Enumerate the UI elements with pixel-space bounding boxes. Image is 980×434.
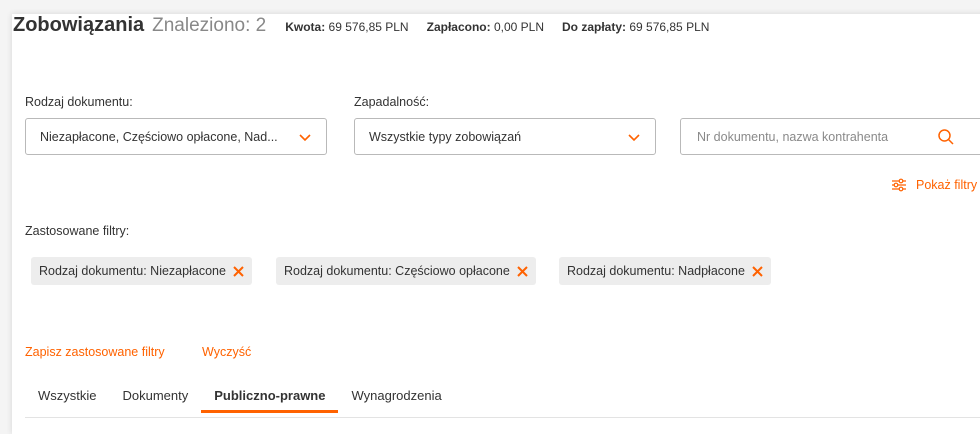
tab-documents[interactable]: Dokumenty (110, 388, 202, 413)
search-icon[interactable] (937, 128, 955, 146)
main-card (12, 14, 980, 434)
tab-divider (25, 417, 980, 418)
applied-filters-label: Zastosowane filtry: (25, 224, 130, 238)
save-filters-link[interactable]: Zapisz zastosowane filtry (25, 345, 165, 359)
tab-all[interactable]: Wszystkie (25, 388, 110, 413)
document-type-label: Rodzaj dokumentu: (25, 95, 133, 109)
maturity-select[interactable]: Wszystkie typy zobowiązań (354, 118, 656, 155)
paid-summary: Zapłacono: 0,00 PLN (427, 20, 544, 34)
due-value: 69 576,85 PLN (626, 20, 710, 34)
tab-bar: Wszystkie Dokumenty Publiczno-prawne Wyn… (25, 388, 455, 413)
document-type-value: Niezapłacone, Częściowo opłacone, Nad... (40, 129, 278, 144)
document-type-select[interactable]: Niezapłacone, Częściowo opłacone, Nad... (25, 118, 327, 155)
chevron-down-icon (299, 133, 311, 141)
filter-chip-label: Rodzaj dokumentu: Nadpłacone (567, 264, 745, 278)
filter-chip: Rodzaj dokumentu: Nadpłacone (559, 257, 771, 285)
search-box[interactable] (680, 118, 980, 155)
filter-chip: Rodzaj dokumentu: Niezapłacone (31, 257, 252, 285)
search-input[interactable] (695, 128, 929, 145)
maturity-label: Zapadalność: (354, 95, 430, 109)
amount-summary: Kwota: 69 576,85 PLN (285, 20, 408, 34)
page-header: Zobowiązania Znaleziono: 2 Kwota: 69 576… (13, 14, 709, 37)
paid-value: 0,00 PLN (490, 20, 544, 34)
remove-filter-icon[interactable] (233, 265, 244, 277)
page-title: Zobowiązania (13, 14, 145, 36)
clear-filters-link[interactable]: Wyczyść (202, 345, 251, 359)
amount-value: 69 576,85 PLN (325, 20, 409, 34)
tab-salaries[interactable]: Wynagrodzenia (338, 388, 454, 413)
filter-sliders-icon (892, 178, 906, 192)
filter-chip: Rodzaj dokumentu: Częściowo opłacone (276, 257, 536, 285)
show-filters-button[interactable]: Pokaż filtry (891, 178, 977, 192)
paid-label: Zapłacono: (426, 20, 491, 34)
show-filters-label: Pokaż filtry (916, 178, 978, 192)
remove-filter-icon[interactable] (517, 265, 528, 277)
filter-chip-label: Rodzaj dokumentu: Częściowo opłacone (284, 264, 510, 278)
filter-chip-label: Rodzaj dokumentu: Niezapłacone (39, 264, 226, 278)
due-label: Do zapłaty: (562, 20, 627, 34)
remove-filter-icon[interactable] (752, 265, 763, 277)
chevron-down-icon (628, 133, 640, 141)
tab-public-legal[interactable]: Publiczno-prawne (201, 388, 339, 413)
maturity-value: Wszystkie typy zobowiązań (369, 129, 522, 144)
results-count: Znaleziono: 2 (152, 15, 267, 36)
due-summary: Do zapłaty: 69 576,85 PLN (562, 20, 709, 34)
amount-label: Kwota: (285, 20, 326, 34)
